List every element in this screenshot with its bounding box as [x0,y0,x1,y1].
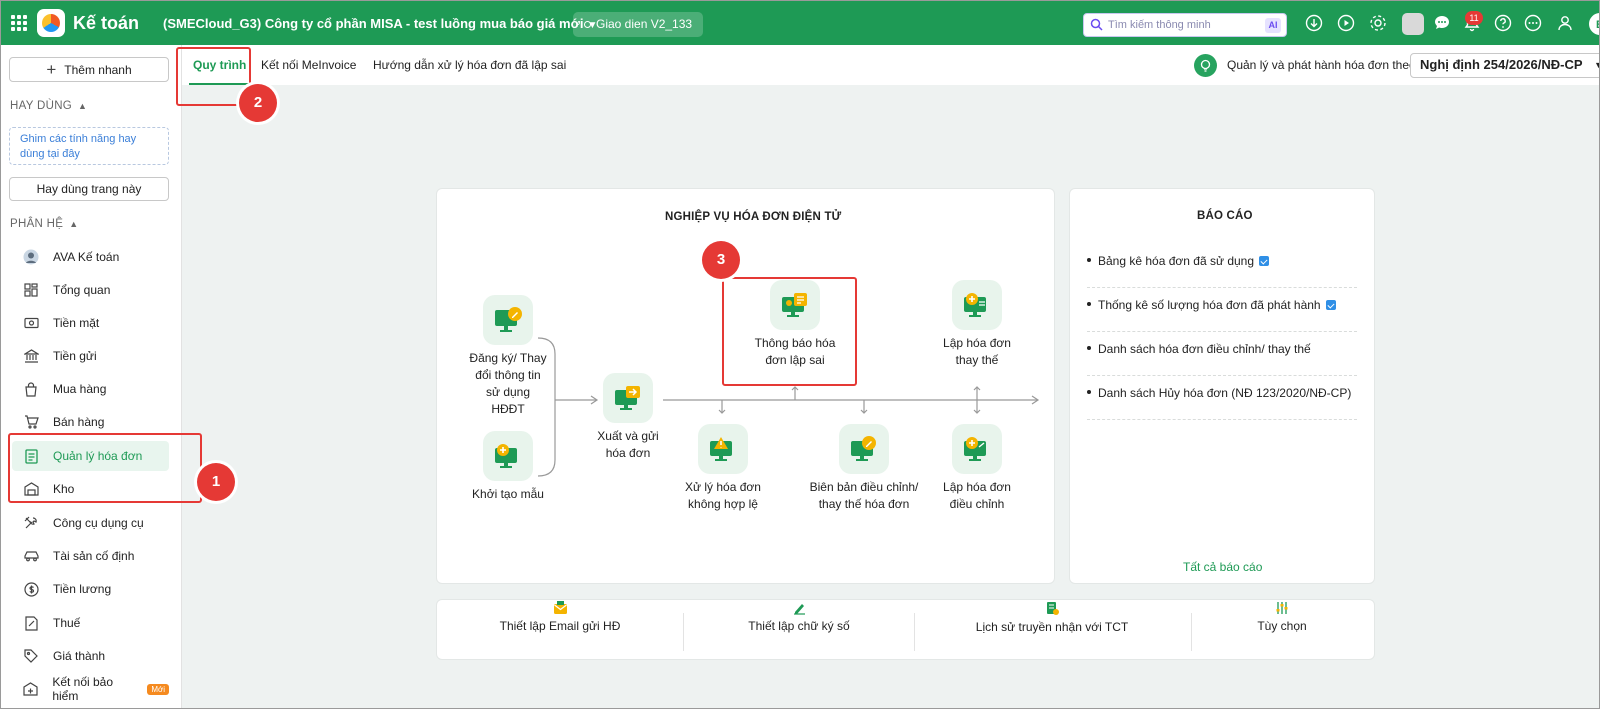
bullet [1087,302,1091,306]
report-label: Bảng kê hóa đơn đã sử dụng [1098,254,1255,268]
options-button[interactable]: Tùy chọn [1249,601,1315,633]
sliders-icon [1276,602,1288,614]
node-handle-invalid[interactable]: Xử lý hóa đơn không hợp lệ [683,424,763,513]
node-label: Biên bản điều chỉnh/ thay thế hóa đơn [809,480,919,511]
bullet [1087,346,1091,350]
annotation-box-3 [722,277,857,386]
setting-label: Lịch sử truyền nhận với TCT [975,620,1129,634]
monitor-adjust-icon [952,424,1002,474]
node-label: Lập hóa đơn thay thế [943,336,1011,367]
monitor-warning-icon [698,424,748,474]
report-check-icon [1325,300,1336,310]
divider [1191,613,1192,651]
report-cancelled-list[interactable]: Danh sách Hủy hóa đơn (NĐ 123/2020/NĐ-CP… [1087,376,1357,420]
setting-label: Tùy chọn [1257,619,1307,633]
envelope-icon [553,601,567,614]
monitor-add-icon [483,431,533,481]
signature-setup-button[interactable]: Thiết lập chữ ký số [745,601,853,633]
monitor-replace-icon [952,280,1002,330]
signature-pen-icon [793,604,805,615]
divider [914,613,915,651]
email-setup-button[interactable]: Thiết lập Email gửi HĐ [489,601,631,633]
report-label: Danh sách hóa đơn điều chỉnh/ thay thế [1098,342,1311,356]
report-label: Danh sách Hủy hóa đơn (NĐ 123/2020/NĐ-CP… [1098,386,1352,400]
annotation-number-1: 1 [197,463,235,501]
report-label: Thống kê số lượng hóa đơn đã phát hành [1098,298,1321,312]
annotation-box-1 [8,433,202,503]
node-label: Xử lý hóa đơn không hợp lệ [685,480,761,511]
node-issue[interactable]: Xuất và gửi hóa đơn [595,373,661,462]
node-label: Lập hóa đơn điều chỉnh [943,480,1011,511]
monitor-send-icon [603,373,653,423]
setting-label: Thiết lập Email gửi HĐ [499,619,621,633]
transmission-history-button[interactable]: Lịch sử truyền nhận với TCT [973,601,1131,634]
report-used-invoices[interactable]: Bảng kê hóa đơn đã sử dụng [1087,244,1357,288]
report-check-icon [1259,256,1270,266]
node-create-template[interactable]: Khởi tạo mẫu [468,431,548,503]
annotation-number-2: 2 [239,84,277,122]
setting-label: Thiết lập chữ ký số [748,619,850,633]
node-register[interactable]: Đăng ký/ Thay đổi thông tin sử dụng HĐĐT [468,295,548,418]
divider [683,613,684,651]
document-history-icon [1047,602,1059,615]
node-adjust-minutes[interactable]: Biên bản điều chỉnh/ thay thế hóa đơn [807,424,921,513]
annotation-number-3: 3 [702,241,740,279]
app-window: Kế toán (SMECloud_G3) Công ty cổ phần MI… [0,0,1600,709]
bullet [1087,390,1091,394]
node-label: Xuất và gửi hóa đơn [597,429,659,460]
node-label: Đăng ký/ Thay đổi thông tin sử dụng HĐĐT [469,351,547,416]
report-issued-stats[interactable]: Thống kê số lượng hóa đơn đã phát hành [1087,288,1357,332]
monitor-edit-icon [483,295,533,345]
all-reports-link[interactable]: Tất cả báo cáo [1183,560,1262,574]
bullet [1087,258,1091,262]
node-label: Khởi tạo mẫu [472,487,544,501]
report-adjusted-list[interactable]: Danh sách hóa đơn điều chỉnh/ thay thế [1087,332,1357,376]
node-replace[interactable]: Lập hóa đơn thay thế [937,280,1017,369]
node-adjust[interactable]: Lập hóa đơn điều chỉnh [937,424,1017,513]
reports-title: BÁO CÁO [1197,210,1253,222]
monitor-minutes-icon [839,424,889,474]
